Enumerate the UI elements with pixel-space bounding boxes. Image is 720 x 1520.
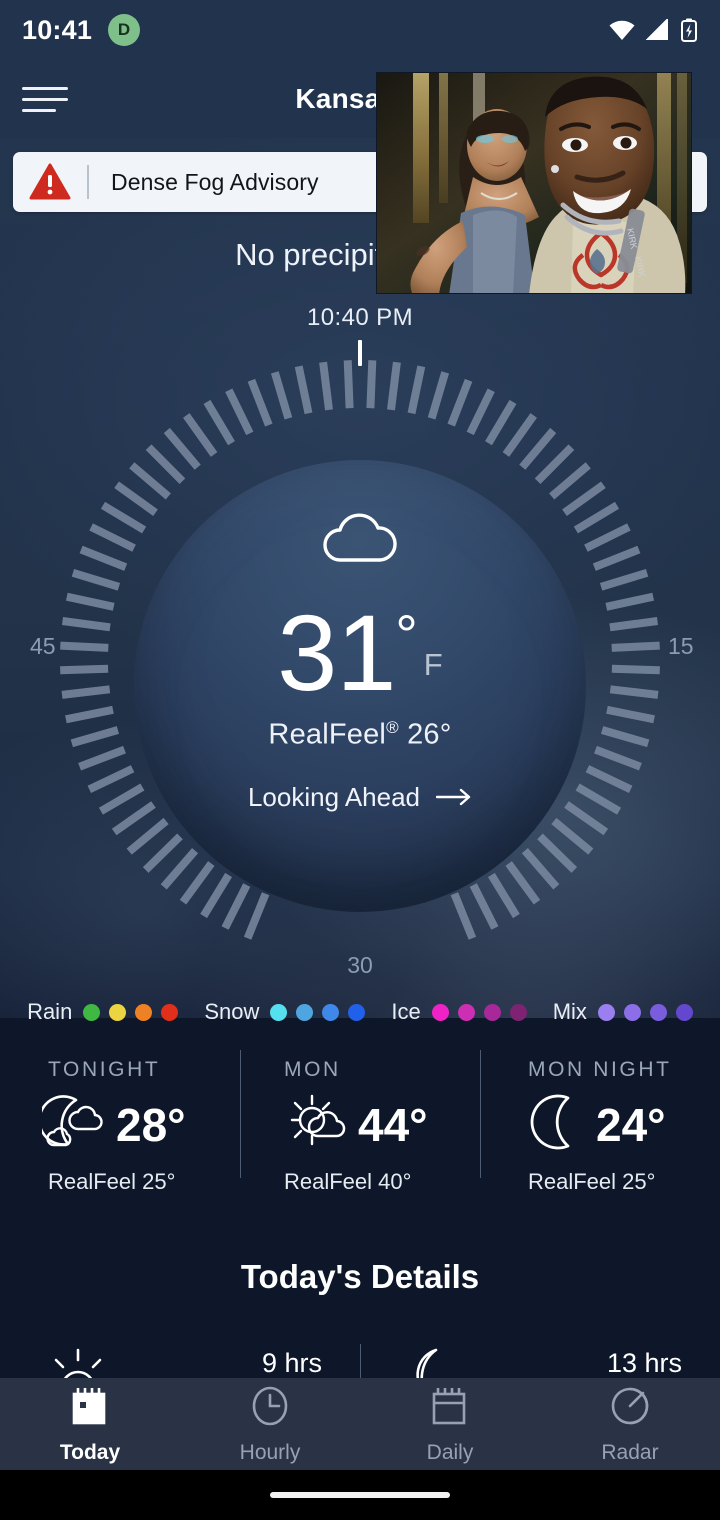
looking-ahead-button[interactable]: Looking Ahead <box>248 782 472 813</box>
details-moon-text: 13 hrs <box>607 1330 682 1379</box>
nav-tab-today[interactable]: Today <box>0 1378 180 1470</box>
legend-dot-ice-2 <box>483 1003 501 1021</box>
legend-label: Rain <box>27 999 73 1024</box>
legend-dot-mix-3 <box>675 1003 693 1021</box>
current-temperature: 31 ° F <box>277 592 443 713</box>
forecast-realfeel: RealFeel 40° <box>284 1169 412 1194</box>
warning-triangle-icon <box>13 163 87 201</box>
dial-label-right: 15 <box>668 633 694 659</box>
battery-charging-icon <box>680 18 698 42</box>
moon-hours: 13 hrs <box>606 1348 682 1378</box>
calendar-icon <box>427 1383 473 1434</box>
realfeel-label: RealFeel <box>268 719 387 752</box>
forecast-card-1[interactable]: MON 44° RealFeel 40° <box>240 1046 480 1194</box>
legend-dot-mix-0 <box>597 1003 615 1021</box>
forecast-temperature: 28° <box>116 1098 186 1151</box>
legend-group-ice: Ice <box>391 999 527 1025</box>
legend-label: Snow <box>204 999 260 1024</box>
legend-dot-ice-3 <box>509 1003 527 1021</box>
registered-mark: ® <box>386 718 399 738</box>
picture-in-picture-video[interactable]: KIRK KIRK <box>376 72 692 294</box>
wifi-icon <box>608 19 636 41</box>
forecast-card-2[interactable]: MON NIGHT 24° RealFeel 25° <box>480 1046 720 1194</box>
legend-dot-snow-2 <box>322 1003 340 1021</box>
status-bar-profile-badge: D <box>108 14 141 46</box>
legend-label: Ice <box>391 999 421 1024</box>
realfeel-value: 26° <box>407 719 452 752</box>
degree-symbol: ° <box>395 603 418 666</box>
calendar-today-icon <box>67 1383 113 1434</box>
legend-dot-mix-2 <box>649 1003 667 1021</box>
realfeel-row: RealFeel® 26° <box>268 718 451 752</box>
status-bar-indicators <box>608 18 698 42</box>
legend-dot-rain-0 <box>83 1003 101 1021</box>
nav-tab-radar[interactable]: Radar <box>540 1378 720 1470</box>
weather-app-screen: 10:41 D Kansas C Dense Fog Advisory No p… <box>0 0 720 1520</box>
legend-group-mix: Mix <box>553 999 693 1025</box>
pip-video-frame: KIRK KIRK <box>377 73 691 293</box>
moon-icon <box>528 1092 586 1157</box>
nav-tab-hourly[interactable]: Hourly <box>180 1378 360 1470</box>
forecast-period-label: TONIGHT <box>48 1058 161 1081</box>
system-gesture-area <box>0 1470 720 1520</box>
alert-text: Dense Fog Advisory <box>111 168 319 195</box>
legend-dot-ice-0 <box>431 1003 449 1021</box>
legend-dot-snow-0 <box>270 1003 288 1021</box>
legend-dot-rain-1 <box>109 1003 127 1021</box>
nav-tab-daily[interactable]: Daily <box>360 1378 540 1470</box>
dial-label-left: 45 <box>30 633 56 659</box>
forecast-period-label: MON NIGHT <box>528 1058 672 1081</box>
nav-tab-label: Today <box>59 1441 121 1464</box>
forecast-temperature: 24° <box>596 1098 666 1151</box>
forecast-temperature: 44° <box>358 1098 428 1151</box>
temperature-value: 31 <box>277 592 396 713</box>
temperature-dial[interactable]: 10:40 PM 45 15 30 31 ° F RealFeel® 26° L… <box>0 300 720 1000</box>
forecast-main: 28° <box>0 1092 240 1157</box>
legend-dot-snow-3 <box>348 1003 366 1021</box>
details-daylight-text: 9 hrs <box>262 1330 322 1379</box>
legend-group-rain: Rain <box>27 999 179 1025</box>
legend-dot-ice-1 <box>457 1003 475 1021</box>
forecast-main: 24° <box>480 1092 720 1157</box>
looking-ahead-label: Looking Ahead <box>247 782 421 813</box>
nav-tab-label: Daily <box>426 1441 474 1464</box>
legend-dot-rain-3 <box>161 1003 179 1021</box>
legend-dot-rain-2 <box>135 1003 153 1021</box>
legend-dot-snow-1 <box>296 1003 314 1021</box>
forecast-period-label: MON <box>284 1058 341 1081</box>
forecast-main: 44° <box>240 1092 480 1157</box>
precipitation-legend: Rain Snow Ice Mix <box>0 998 720 1026</box>
status-bar: 10:41 D <box>0 0 720 60</box>
temperature-unit: F <box>423 647 443 682</box>
bottom-navigation: Today Hourly Daily Radar <box>0 1378 720 1470</box>
dial-orb: 31 ° F RealFeel® 26° Looking Ahead <box>134 460 586 912</box>
legend-group-snow: Snow <box>204 999 366 1025</box>
legend-label: Mix <box>552 999 587 1024</box>
nav-tab-label: Radar <box>601 1441 659 1464</box>
daylight-hours: 9 hrs <box>261 1348 322 1378</box>
radar-icon <box>607 1383 653 1434</box>
dial-label-bottom: 30 <box>347 952 373 978</box>
forecast-card-0[interactable]: TONIGHT 28° RealFeel 25° <box>0 1046 240 1194</box>
hamburger-menu-icon[interactable] <box>22 86 86 112</box>
dial-now-pointer <box>358 340 362 366</box>
forecast-strip: TONIGHT 28° RealFeel 25° MON 44° RealFeel 40°… <box>0 1046 720 1194</box>
legend-dot-mix-1 <box>623 1003 641 1021</box>
cloud-icon <box>316 508 404 571</box>
forecast-realfeel: RealFeel 25° <box>528 1169 656 1194</box>
clock-icon <box>247 1383 293 1434</box>
cellular-signal-icon <box>646 19 670 41</box>
arrow-right-icon <box>435 782 472 813</box>
nav-tab-label: Hourly <box>239 1441 301 1464</box>
home-indicator[interactable] <box>270 1492 450 1498</box>
moon-cloud-icon <box>38 1092 106 1157</box>
sun-cloud-icon <box>284 1092 348 1157</box>
details-section-title: Today's Details <box>240 1258 480 1295</box>
forecast-realfeel: RealFeel 25° <box>48 1169 176 1194</box>
status-bar-clock: 10:41 <box>22 14 93 45</box>
